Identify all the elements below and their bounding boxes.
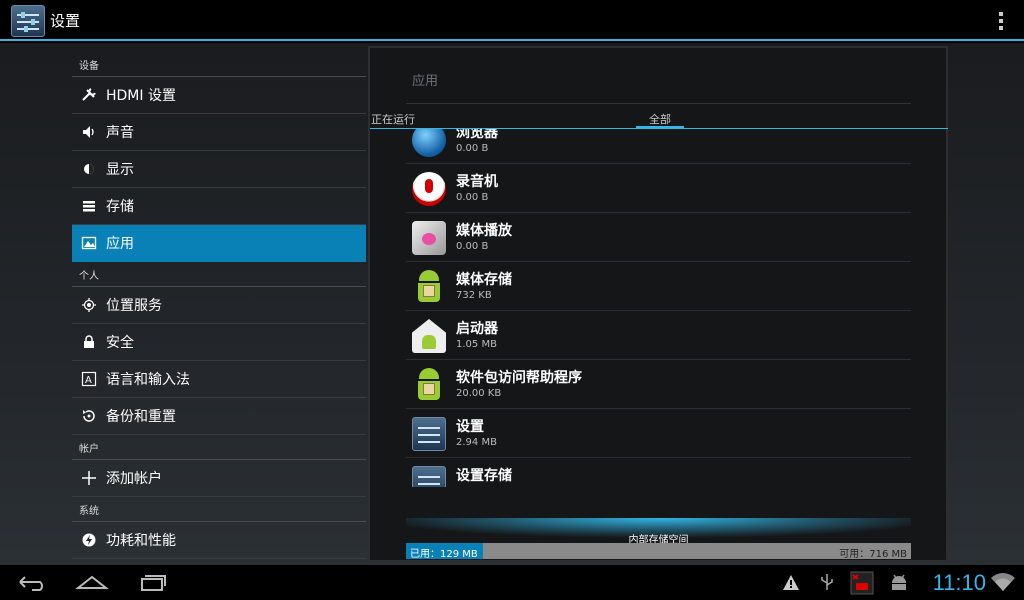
page-title: 设置 [50, 12, 81, 30]
sidebar-item-apps[interactable]: 应用 [72, 225, 366, 262]
lock-icon [79, 332, 99, 352]
brightness-icon [79, 159, 99, 179]
wrench-icon [79, 85, 99, 105]
settings-category-list: 设备 HDMI 设置 声音 显示 存储 应用 个人 位置服务 安全 A 语言和输… [72, 43, 366, 559]
media-player-icon [412, 221, 446, 255]
app-row-recorder[interactable]: 录音机 0.00 B [406, 164, 911, 213]
sidebar-item-power[interactable]: 功耗和性能 [72, 522, 366, 559]
backup-icon [79, 406, 99, 426]
back-button[interactable] [12, 570, 52, 594]
location-icon [79, 295, 99, 315]
overflow-menu-icon[interactable] [998, 12, 1004, 30]
sidebar-item-label: 安全 [106, 335, 134, 351]
system-bar: 11:10 [0, 565, 1024, 600]
language-icon: A [79, 369, 99, 389]
main-area: 设备 HDMI 设置 声音 显示 存储 应用 个人 位置服务 安全 A 语言和输… [0, 43, 1024, 565]
sidebar-item-label: 存储 [106, 199, 134, 215]
storage-used-text: 已用：129 MB [410, 549, 478, 560]
section-header-accounts: 帐户 [72, 435, 366, 460]
app-name: 浏览器 [456, 129, 498, 141]
android-icon [412, 270, 446, 304]
app-list[interactable]: 浏览器 0.00 B 录音机 0.00 B 媒体播放 0.00 B 媒体存储 7… [406, 129, 911, 487]
tab-running[interactable]: 正在运行 [371, 111, 415, 127]
app-size: 1.05 MB [456, 339, 497, 350]
section-header-personal: 个人 [72, 262, 366, 287]
recorder-icon [412, 172, 446, 206]
sidebar-item-sound[interactable]: 声音 [72, 114, 366, 151]
warning-icon [783, 575, 799, 590]
android-debug-icon [892, 574, 906, 590]
apps-icon [79, 233, 99, 253]
app-size: 2.94 MB [456, 437, 497, 448]
app-row-browser[interactable]: 浏览器 0.00 B [406, 129, 911, 164]
sidebar-item-label: 显示 [106, 162, 134, 178]
app-row-media-player[interactable]: 媒体播放 0.00 B [406, 213, 911, 262]
sidebar-item-label: 位置服务 [106, 298, 162, 314]
speaker-icon [79, 122, 99, 142]
sidebar-item-label: 语言和输入法 [106, 372, 190, 388]
app-row-launcher[interactable]: 启动器 1.05 MB [406, 311, 911, 360]
sidebar-item-display[interactable]: 显示 [72, 151, 366, 188]
apps-panel: 应用 正在运行 全部 浏览器 0.00 B 录音机 0.00 B 媒体播放 0.… [368, 46, 948, 562]
wifi-icon [991, 573, 1015, 591]
sidebar-item-label: HDMI 设置 [106, 88, 176, 104]
sidebar-item-label: 声音 [106, 125, 134, 141]
divider [406, 103, 911, 104]
clock: 11:10 [932, 570, 986, 595]
app-row-media-storage[interactable]: 媒体存储 732 KB [406, 262, 911, 311]
sidebar-item-language[interactable]: A 语言和输入法 [72, 361, 366, 398]
sidebar-item-hdmi[interactable]: HDMI 设置 [72, 77, 366, 114]
browser-icon [412, 129, 446, 157]
debug-icon [850, 571, 874, 595]
usb-icon [821, 574, 833, 590]
app-name: 媒体存储 [456, 272, 512, 288]
home-button[interactable] [72, 570, 112, 594]
sidebar-item-storage[interactable]: 存储 [72, 188, 366, 225]
app-size: 0.00 B [456, 143, 489, 154]
action-bar: 设置 [0, 0, 1024, 41]
sidebar-item-security[interactable]: 安全 [72, 324, 366, 361]
tab-all[interactable]: 全部 [649, 111, 671, 127]
app-name: 软件包访问帮助程序 [456, 370, 582, 386]
settings-icon [412, 417, 446, 451]
sidebar-item-location[interactable]: 位置服务 [72, 287, 366, 324]
panel-title: 应用 [412, 74, 439, 89]
power-icon [79, 530, 99, 550]
sidebar-item-backup[interactable]: 备份和重置 [72, 398, 366, 435]
app-row-settings[interactable]: 设置 2.94 MB [406, 409, 911, 458]
app-size: 0.00 B [456, 241, 489, 252]
sidebar-item-label: 添加帐户 [106, 471, 162, 487]
android-icon [412, 368, 446, 402]
sidebar-item-label: 应用 [106, 236, 134, 252]
section-header-device: 设备 [72, 43, 366, 77]
app-name: 设置存储 [456, 468, 512, 484]
svg-text:A: A [85, 375, 92, 386]
recent-apps-button[interactable] [132, 570, 172, 594]
app-name: 媒体播放 [456, 223, 512, 239]
app-name: 设置 [456, 419, 484, 435]
settings-icon [412, 466, 446, 487]
storage-free-text: 可用：716 MB [839, 549, 907, 560]
sidebar-item-add-account[interactable]: 添加帐户 [72, 460, 366, 497]
app-name: 启动器 [456, 321, 498, 337]
storage-icon [79, 196, 99, 216]
app-size: 732 KB [456, 290, 492, 301]
app-size: 0.00 B [456, 192, 489, 203]
section-header-system: 系统 [72, 497, 366, 522]
app-size: 20.00 KB [456, 388, 502, 399]
storage-bar: 已用：129 MB 可用：716 MB [406, 543, 911, 560]
settings-app-icon[interactable] [11, 5, 45, 37]
app-row-settings-storage[interactable]: 设置存储 [406, 458, 911, 487]
sidebar-item-label: 功耗和性能 [106, 533, 176, 549]
app-row-package-access-helper[interactable]: 软件包访问帮助程序 20.00 KB [406, 360, 911, 409]
launcher-icon [412, 319, 446, 353]
app-name: 录音机 [456, 174, 498, 190]
sidebar-item-label: 备份和重置 [106, 409, 176, 425]
plus-icon [79, 468, 99, 488]
